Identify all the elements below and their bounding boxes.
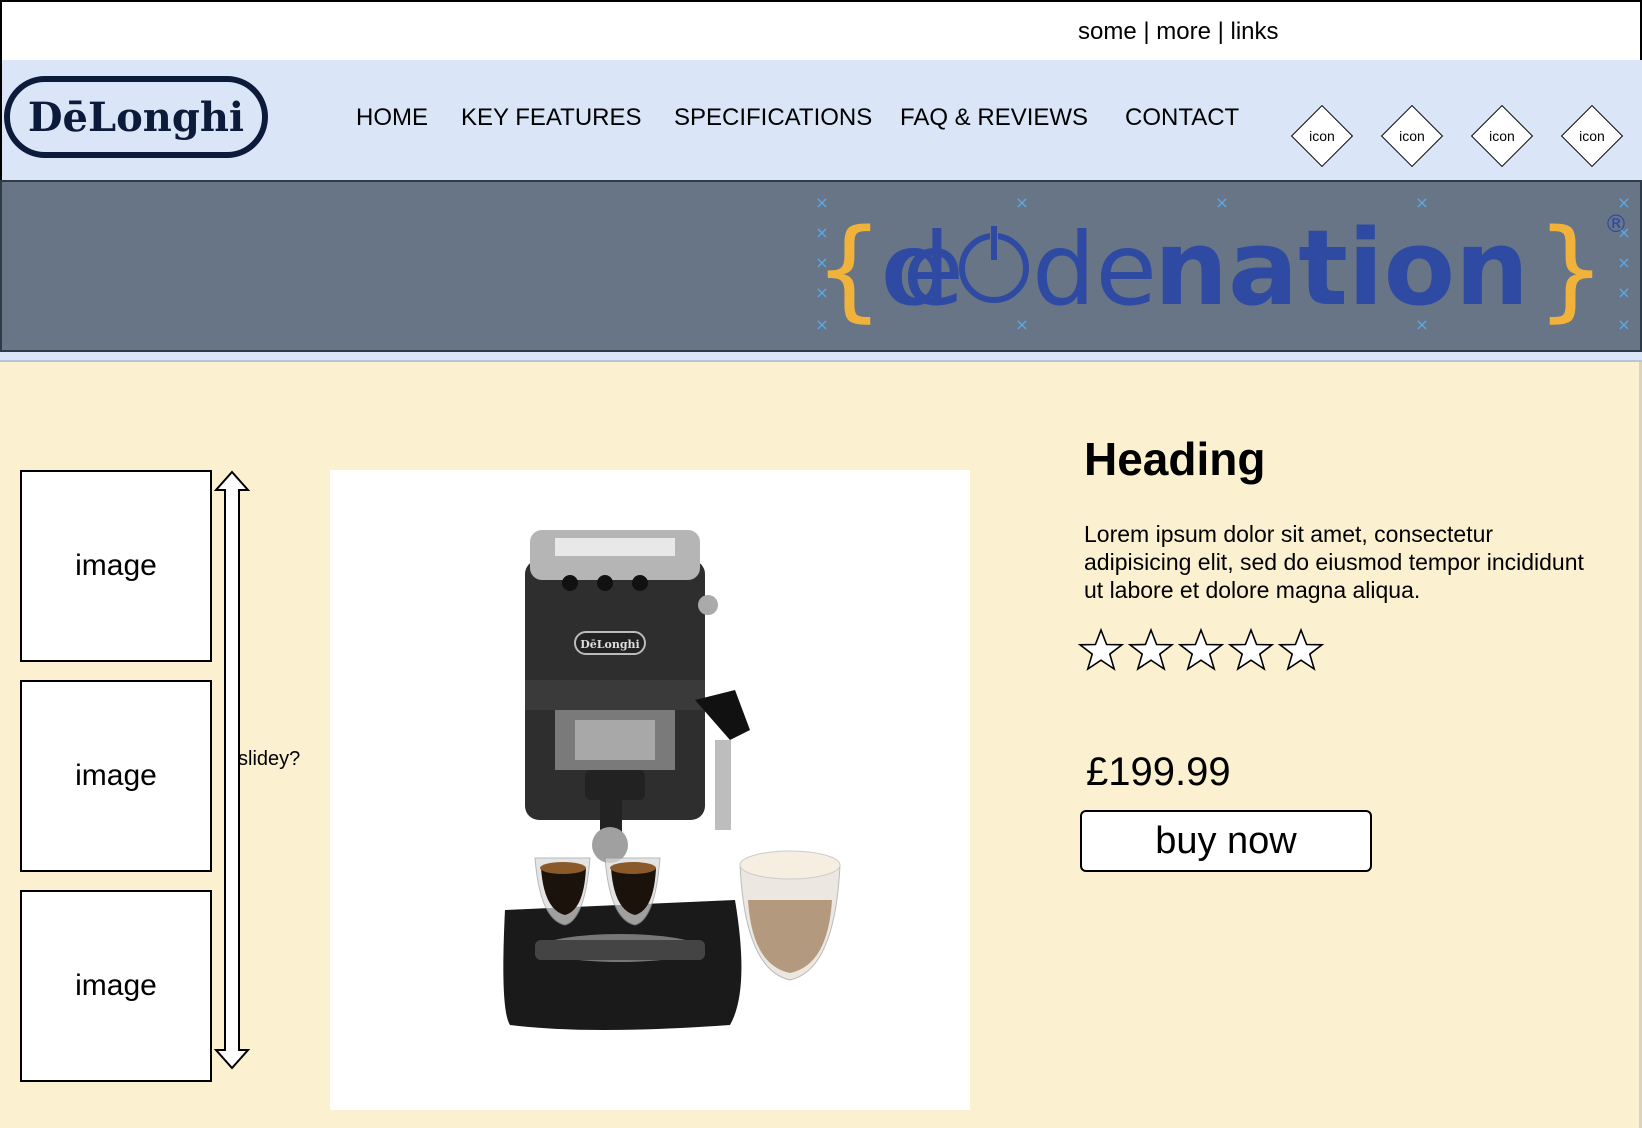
- product-section: image image image slidey? DēLonghi Headi…: [0, 362, 1642, 1128]
- top-links-bar: some | more | links: [0, 0, 1642, 62]
- svg-text:{: {: [814, 205, 884, 333]
- product-image: DēLonghi: [330, 470, 970, 1110]
- codenation-logo: × × × × × × × × × × × × × × × { cde de nation } ®: [814, 193, 1631, 334]
- hero-banner: × × × × × × × × × × × × × × × { cde de nation } ®: [0, 180, 1642, 352]
- nav-specifications[interactable]: SPECIFICATIONS: [674, 104, 872, 132]
- thumbnail-3[interactable]: image: [20, 890, 212, 1082]
- brand-logo[interactable]: DēLonghi: [2, 74, 272, 160]
- top-links[interactable]: some | more | links: [1078, 18, 1279, 46]
- product-description: Lorem ipsum dolor sit amet, consectetur …: [1084, 521, 1584, 603]
- product-price: £199.99: [1086, 750, 1231, 794]
- svg-text:×: ×: [1617, 315, 1630, 334]
- star-icon: [1227, 627, 1275, 671]
- star-icon: [1277, 627, 1325, 671]
- nav-faq-reviews[interactable]: FAQ & REVIEWS: [900, 104, 1088, 132]
- svg-text:×: ×: [1617, 283, 1630, 302]
- banner-divider: [0, 352, 1642, 362]
- header-icon-3[interactable]: icon: [1470, 104, 1534, 168]
- star-icon: [1177, 627, 1225, 671]
- thumbnail-2[interactable]: image: [20, 680, 212, 872]
- nav-home[interactable]: HOME: [356, 104, 428, 132]
- header-icon-2[interactable]: icon: [1380, 104, 1444, 168]
- star-icon: [1127, 627, 1175, 671]
- svg-text:×: ×: [1015, 193, 1028, 212]
- header-icon-4[interactable]: icon: [1560, 104, 1624, 168]
- site-header: DēLonghi HOME KEY FEATURES SPECIFICATION…: [0, 60, 1642, 180]
- svg-text:×: ×: [1617, 253, 1630, 272]
- svg-text:cde: cde: [880, 211, 964, 328]
- star-rating[interactable]: [1076, 626, 1326, 682]
- product-heading: Heading: [1084, 433, 1266, 485]
- svg-text:×: ×: [1015, 315, 1028, 334]
- nav-key-features[interactable]: KEY FEATURES: [461, 104, 642, 132]
- svg-text:DēLonghi: DēLonghi: [580, 638, 639, 651]
- slider-note: slidey?: [238, 748, 301, 770]
- coffee-machine-image: DēLonghi: [503, 530, 841, 1030]
- thumbnail-1[interactable]: image: [20, 470, 212, 662]
- svg-text:®: ®: [1604, 210, 1628, 238]
- nav-contact[interactable]: CONTACT: [1125, 104, 1239, 132]
- buy-now-button[interactable]: buy now: [1080, 810, 1372, 872]
- star-icon: [1077, 627, 1125, 671]
- svg-text:nation: nation: [1154, 207, 1529, 329]
- svg-text:de: de: [1032, 211, 1157, 328]
- svg-text:}: }: [1536, 205, 1606, 333]
- svg-text:DēLonghi: DēLonghi: [28, 94, 244, 141]
- header-icon-1[interactable]: icon: [1290, 104, 1354, 168]
